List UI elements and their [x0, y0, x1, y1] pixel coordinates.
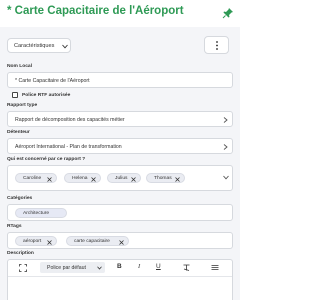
rtags-label: RTags: [7, 224, 22, 229]
close-icon[interactable]: [119, 239, 124, 245]
person-chip[interactable]: Caroline: [15, 173, 57, 183]
police-rtf-label: Police RTF autorisée: [22, 92, 71, 98]
nom-local-value: * Carte Capacitaire de l'Aéroport: [15, 78, 90, 84]
chevron-down-icon: [62, 44, 68, 49]
chip-label: Julius: [115, 176, 128, 181]
description-label: Description: [7, 251, 34, 256]
more-vertical-icon: [216, 41, 218, 50]
rapport-type-field[interactable]: Rapport de décomposition des capacités m…: [7, 111, 233, 127]
concerne-label: Qui est concerné par ce rapport ?: [7, 157, 86, 162]
chevron-right-icon: [223, 117, 228, 123]
align-icon[interactable]: [211, 265, 219, 270]
font-select[interactable]: Police par défaut: [40, 262, 105, 273]
close-icon[interactable]: [175, 176, 180, 182]
chevron-down-icon: [97, 266, 102, 270]
toolbar-divider: [8, 276, 232, 277]
police-rtf-checkbox[interactable]: [12, 92, 18, 98]
close-icon[interactable]: [131, 176, 136, 182]
chip-label: Architecture: [23, 211, 50, 216]
nom-local-label: Nom Local: [7, 64, 33, 69]
rapport-type-label: Rapport type: [7, 103, 38, 108]
close-icon[interactable]: [47, 176, 52, 182]
person-chip[interactable]: Julius: [107, 173, 141, 183]
section-select-label: Caractéristiques: [14, 43, 55, 49]
underline-button[interactable]: U: [156, 263, 161, 270]
detenteur-value: Aéroport International - Plan de transfo…: [15, 144, 122, 150]
close-icon[interactable]: [91, 176, 96, 182]
page-title: * Carte Capacitaire de l'Aéroport: [7, 5, 184, 17]
font-select-label: Police par défaut: [47, 264, 86, 271]
close-icon[interactable]: [47, 239, 52, 245]
pin-icon[interactable]: [222, 7, 234, 19]
detenteur-label: Détenteur: [7, 130, 30, 135]
expand-icon[interactable]: [19, 264, 27, 272]
header: * Carte Capacitaire de l'Aéroport: [0, 0, 240, 27]
category-chip[interactable]: Architecture: [15, 208, 67, 218]
rtags-field[interactable]: aéroport carte capacitaire: [7, 232, 233, 249]
person-chip[interactable]: Helena: [64, 173, 101, 183]
categories-field[interactable]: Architecture: [7, 204, 233, 221]
chevron-right-icon: [223, 144, 228, 150]
chip-label: Thomas: [154, 176, 172, 181]
chevron-down-icon: [223, 175, 229, 180]
detenteur-field[interactable]: Aéroport International - Plan de transfo…: [7, 138, 233, 154]
chip-label: Caroline: [23, 176, 42, 181]
categories-label: Catégories: [7, 196, 33, 201]
more-options-button[interactable]: [204, 36, 229, 54]
rapport-type-value: Rapport de décomposition des capacités m…: [15, 117, 125, 123]
italic-button[interactable]: I: [138, 263, 140, 270]
chip-label: aéroport: [23, 239, 42, 244]
nom-local-input[interactable]: * Carte Capacitaire de l'Aéroport: [7, 72, 233, 88]
details-panel: Caractéristiques Nom Local * Carte Capac…: [0, 27, 240, 300]
chip-label: Helena: [72, 176, 88, 181]
description-editor[interactable]: Police par défaut B I U: [7, 259, 233, 300]
tag-chip[interactable]: aéroport: [15, 236, 57, 246]
clear-format-icon[interactable]: [183, 264, 190, 271]
tag-chip[interactable]: carte capacitaire: [66, 236, 129, 246]
section-select[interactable]: Caractéristiques: [7, 38, 71, 53]
concerne-field[interactable]: Caroline Helena Julius Thomas: [7, 165, 233, 191]
person-chip[interactable]: Thomas: [146, 173, 185, 183]
chip-label: carte capacitaire: [74, 239, 110, 244]
bold-button[interactable]: B: [117, 263, 122, 270]
